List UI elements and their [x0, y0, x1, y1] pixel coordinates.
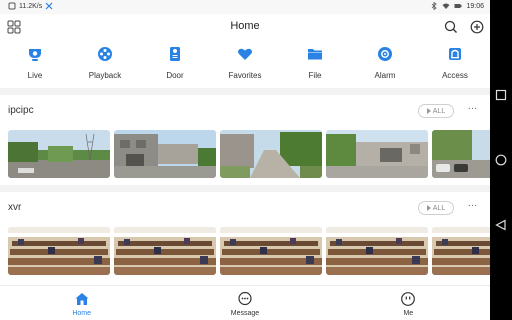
camera-feed-image — [326, 130, 428, 178]
more-options-icon[interactable]: … — [466, 102, 480, 114]
tab-label: Message — [230, 310, 260, 317]
camera-thumbnail-strip — [8, 130, 490, 178]
camera-feed-image — [220, 227, 322, 275]
door-phone-icon — [170, 47, 180, 61]
view-all-button[interactable]: ALL — [418, 201, 454, 215]
view-all-label: ALL — [432, 107, 446, 115]
camera-icon — [29, 49, 41, 61]
back-icon[interactable] — [495, 219, 507, 231]
camera-feed-image — [114, 130, 216, 178]
access-door-icon — [449, 48, 461, 60]
tab-message[interactable]: Message — [163, 286, 326, 320]
camera-thumbnail[interactable] — [326, 130, 428, 178]
quick-nav-favorites[interactable]: Favorites — [210, 42, 280, 88]
camera-thumbnail[interactable] — [432, 130, 490, 178]
quick-nav-access[interactable]: Access — [420, 42, 490, 88]
quick-nav-label: Door — [166, 71, 184, 80]
system-navigation-bar — [490, 0, 512, 320]
message-bubble-icon — [238, 291, 252, 306]
tab-me[interactable]: Me — [327, 286, 490, 320]
add-circle-icon[interactable] — [470, 20, 484, 34]
quick-nav-label: Access — [442, 71, 468, 80]
notification-icon — [8, 2, 16, 10]
recents-icon[interactable] — [495, 89, 507, 101]
play-icon — [426, 205, 431, 211]
quick-nav-live[interactable]: Live — [0, 42, 70, 88]
quick-nav-playback[interactable]: Playback — [70, 42, 140, 88]
alarm-bell-icon — [378, 47, 392, 61]
device-screen: 11.2K/s 19:06 Home Live Playback Door Fa… — [0, 0, 512, 320]
separator — [0, 88, 490, 95]
folder-icon — [308, 49, 322, 60]
clock: 19:06 — [466, 2, 484, 10]
camera-feed-image — [432, 130, 490, 178]
tab-label: Me — [403, 310, 414, 317]
quick-nav-label: Favorites — [228, 71, 262, 80]
film-reel-icon — [98, 47, 112, 61]
more-options-icon[interactable]: … — [466, 199, 480, 211]
camera-thumbnail[interactable] — [326, 227, 428, 275]
header: Home — [0, 14, 490, 42]
tab-label: Home — [72, 310, 91, 317]
play-icon — [426, 108, 431, 114]
device-group-name: ipcipc — [8, 105, 34, 116]
quick-nav-label: Playback — [88, 71, 122, 80]
bluetooth-icon — [432, 2, 438, 10]
profile-icon — [401, 292, 416, 306]
quick-nav-alarm[interactable]: Alarm — [350, 42, 420, 88]
separator — [0, 185, 490, 192]
quick-nav-door[interactable]: Door — [140, 42, 210, 88]
bottom-tab-bar: Home Message Me — [0, 285, 490, 320]
device-group-xvr: xvr ALL … — [0, 192, 490, 282]
camera-thumbnail[interactable] — [114, 130, 216, 178]
quick-nav-label: Live — [27, 71, 43, 80]
camera-thumbnail-strip — [8, 227, 490, 275]
camera-feed-image — [220, 130, 322, 178]
app-window: 11.2K/s 19:06 Home Live Playback Door Fa… — [0, 0, 490, 320]
heart-icon — [238, 48, 252, 60]
status-bar: 11.2K/s 19:06 — [0, 0, 490, 14]
camera-feed-image — [8, 227, 110, 275]
camera-thumbnail[interactable] — [432, 227, 490, 275]
view-all-label: ALL — [432, 204, 446, 212]
camera-thumbnail[interactable] — [8, 130, 110, 178]
net-speed: 11.2K/s — [19, 2, 43, 10]
quick-nav-label: File — [308, 71, 322, 80]
device-group-name: xvr — [8, 202, 22, 213]
app-notification-icon — [45, 2, 53, 10]
quick-nav: Live Playback Door Favorites File Alarm … — [0, 42, 490, 88]
view-all-button[interactable]: ALL — [418, 104, 454, 118]
camera-thumbnail[interactable] — [220, 130, 322, 178]
camera-feed-image — [432, 227, 490, 275]
camera-feed-image — [114, 227, 216, 275]
battery-icon — [454, 4, 462, 8]
camera-feed-image — [326, 227, 428, 275]
home-circle-icon[interactable] — [495, 154, 507, 166]
page-title: Home — [230, 20, 260, 32]
search-icon[interactable] — [444, 20, 458, 34]
quick-nav-label: Alarm — [374, 71, 396, 80]
device-group-ipcipc: ipcipc ALL … — [0, 95, 490, 185]
quick-nav-file[interactable]: File — [280, 42, 350, 88]
camera-feed-image — [8, 130, 110, 178]
camera-thumbnail[interactable] — [220, 227, 322, 275]
tab-home[interactable]: Home — [0, 286, 163, 320]
camera-thumbnail[interactable] — [8, 227, 110, 275]
camera-thumbnail[interactable] — [114, 227, 216, 275]
home-icon — [75, 293, 89, 305]
wifi-icon — [442, 3, 450, 9]
